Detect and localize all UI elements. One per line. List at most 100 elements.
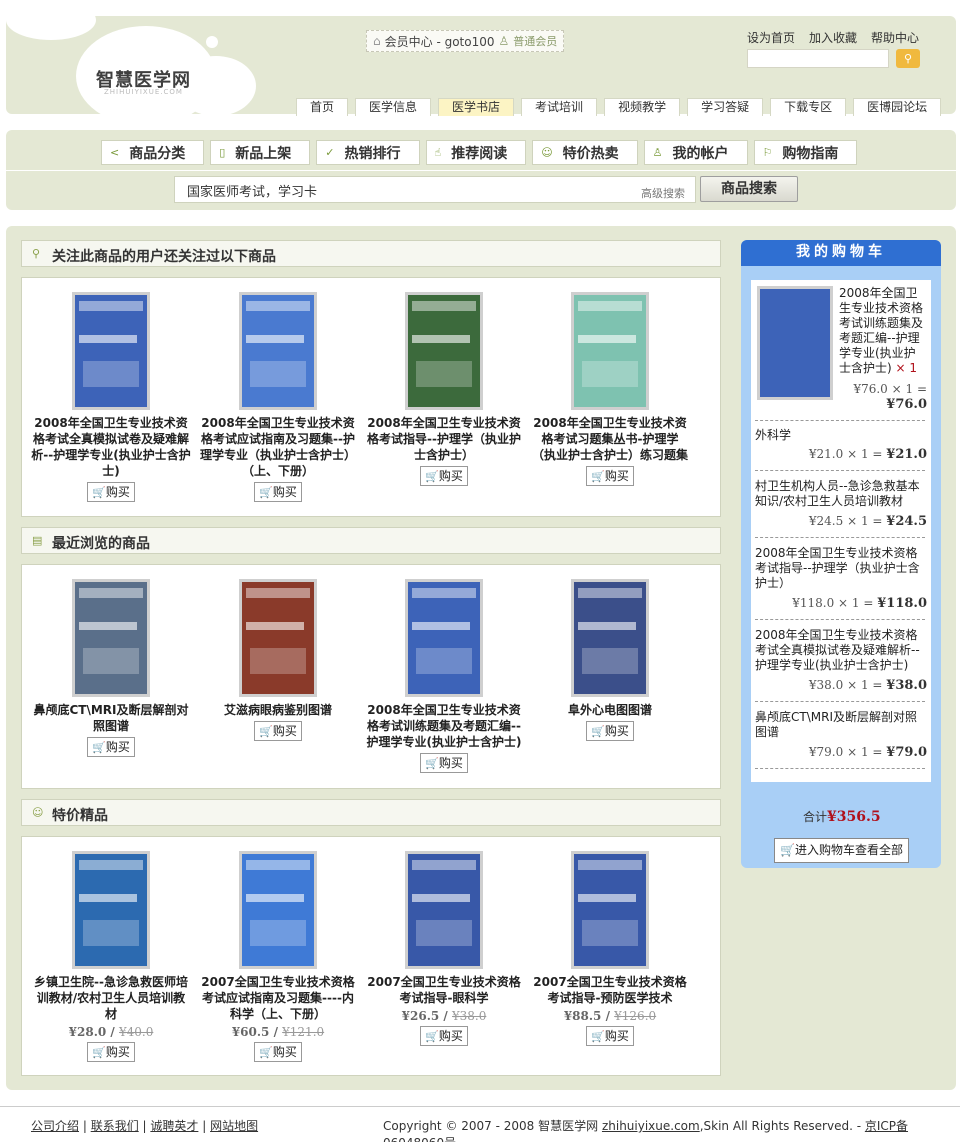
- nav-tab-medical-info[interactable]: 医学信息: [355, 98, 432, 116]
- footer-domain-link[interactable]: zhihuiyixue.com: [602, 1119, 700, 1133]
- product-name[interactable]: 2007全国卫生专业技术资格考试指导-眼科学: [364, 974, 524, 1006]
- cart-item-calc: ¥76.0 × 1 =: [853, 382, 927, 396]
- book-cover[interactable]: [239, 851, 317, 969]
- nav-tab-home[interactable]: 首页: [296, 98, 349, 116]
- book-cover[interactable]: [72, 292, 150, 410]
- footer-link-jobs[interactable]: 诚聘英才: [150, 1119, 198, 1133]
- book-cover[interactable]: [239, 292, 317, 410]
- cart-item-name[interactable]: 2008年全国卫生专业技术资格考试指导--护理学（执业护士含护士）: [755, 546, 925, 591]
- footer-link-about[interactable]: 公司介绍: [31, 1119, 79, 1133]
- book-cover[interactable]: [571, 292, 649, 410]
- footer-link-contact[interactable]: 联系我们: [91, 1119, 139, 1133]
- nav-tab-exam-training[interactable]: 考试培训: [521, 98, 598, 116]
- check-icon: ✓: [325, 146, 335, 159]
- category-menu: < 商品分类 ▯ 新品上架 ✓ 热销排行 ☝ 推荐阅读 ☺ 特价热卖 ♙ 我的帐户 ⚐ 购物指…: [101, 140, 858, 165]
- book-cover[interactable]: [239, 579, 317, 697]
- advanced-search-link[interactable]: 高级搜索: [641, 185, 685, 201]
- cart-item-name[interactable]: 村卫生机构人员--急诊急救基本知识/农村卫生人员培训教材: [755, 479, 925, 509]
- section-title: 关注此商品的用户还关注过以下商品: [52, 249, 276, 265]
- buy-label: 购买: [604, 724, 629, 738]
- nav-tab-video[interactable]: 视频教学: [604, 98, 681, 116]
- search-value: 国家医师考试，学习卡: [187, 185, 318, 200]
- sale-price: ¥26.5: [401, 1009, 440, 1023]
- product-name[interactable]: 2007全国卫生专业技术资格考试应试指南及习题集----内科学（上、下册）: [198, 974, 358, 1022]
- cloud-decoration: [6, 0, 96, 40]
- nav-tab-download[interactable]: 下载专区: [770, 98, 847, 116]
- footer-link-sitemap[interactable]: 网站地图: [210, 1119, 258, 1133]
- divider: [755, 537, 925, 538]
- product-name[interactable]: 2008年全国卫生专业技术资格考试应试指南及习题集--护理学专业（执业护士含护士…: [198, 415, 358, 479]
- buy-button[interactable]: 🛒购买: [254, 1042, 302, 1062]
- buy-button[interactable]: 🛒购买: [420, 466, 468, 486]
- buy-button[interactable]: 🛒购买: [586, 466, 634, 486]
- book-cover[interactable]: [571, 579, 649, 697]
- member-label[interactable]: 会员中心 - goto100: [385, 33, 495, 50]
- cart-icon: 🛒: [92, 486, 106, 499]
- buy-label: 购买: [272, 724, 297, 738]
- help-center-link[interactable]: 帮助中心: [871, 29, 919, 46]
- cart-item-name[interactable]: 2008年全国卫生专业技术资格考试全真模拟试卷及疑难解析--护理学专业(执业护士…: [755, 628, 925, 673]
- price-block: ¥26.5 / ¥38.0: [401, 1009, 487, 1023]
- product-name[interactable]: 2008年全国卫生专业技术资格考试全真模拟试卷及疑难解析--护理学专业(执业护士…: [31, 415, 191, 479]
- main-nav: 首页 医学信息 医学书店 考试培训 视频教学 学习答疑 下载专区 医博园论坛: [296, 98, 942, 116]
- user-icon: ♙: [498, 34, 510, 48]
- cat-specials[interactable]: ☺ 特价热卖: [532, 140, 638, 165]
- cat-recommended[interactable]: ☝ 推荐阅读: [425, 140, 527, 165]
- cat-label: 我的帐户: [672, 145, 729, 162]
- top-search-input[interactable]: [747, 49, 889, 68]
- buy-button[interactable]: 🛒购买: [254, 482, 302, 502]
- original-price: ¥38.0: [451, 1009, 487, 1023]
- set-homepage-link[interactable]: 设为首页: [747, 29, 795, 46]
- section-title: 特价精品: [52, 808, 108, 824]
- buy-button[interactable]: 🛒购买: [87, 1042, 135, 1062]
- cart-icon: 🛒: [591, 470, 605, 483]
- book-cover[interactable]: [571, 851, 649, 969]
- section-header-also-viewed: ⚲ 关注此商品的用户还关注过以下商品: [21, 240, 721, 267]
- search-icon[interactable]: ⚲: [896, 49, 920, 68]
- product-name[interactable]: 艾滋病眼病鉴别图谱: [198, 702, 358, 718]
- add-favorite-link[interactable]: 加入收藏: [809, 29, 857, 46]
- nav-tab-bookstore[interactable]: 医学书店: [438, 98, 515, 116]
- product-name[interactable]: 阜外心电图图谱: [530, 702, 690, 718]
- cart-item-name[interactable]: 鼻颅底CT\MRI及断层解剖对照图谱: [755, 710, 925, 740]
- buy-button[interactable]: 🛒购买: [420, 753, 468, 773]
- section-box-also-viewed: 2008年全国卫生专业技术资格考试全真模拟试卷及疑难解析--护理学专业(执业护士…: [21, 277, 721, 517]
- cart-icon: 🛒: [425, 470, 439, 483]
- main-content: ⚲ 关注此商品的用户还关注过以下商品 2008年全国卫生专业技术资格考试全真模拟…: [6, 226, 956, 1090]
- buy-button[interactable]: 🛒购买: [87, 482, 135, 502]
- rights-text: ,Skin All Rights Reserved. -: [699, 1119, 862, 1133]
- product-search-button[interactable]: 商品搜索: [700, 176, 798, 202]
- buy-button[interactable]: 🛒购买: [586, 1026, 634, 1046]
- cart-item-name[interactable]: 外科学: [755, 428, 925, 443]
- sale-price: ¥28.0: [68, 1025, 107, 1039]
- buy-button[interactable]: 🛒购买: [420, 1026, 468, 1046]
- book-cover[interactable]: [405, 851, 483, 969]
- nav-tab-forum[interactable]: 医博园论坛: [853, 98, 942, 116]
- cart-item-list: 2008年全国卫生专业技术资格考试训练题集及考题汇编--护理学专业(执业护士含护…: [751, 280, 931, 782]
- buy-button[interactable]: 🛒购买: [586, 721, 634, 741]
- product-name[interactable]: 2008年全国卫生专业技术资格考试习题集丛书-护理学（执业护士含护士）练习题集: [530, 415, 690, 463]
- buy-button[interactable]: 🛒购买: [87, 737, 135, 757]
- book-cover[interactable]: [405, 292, 483, 410]
- nav-tab-qa[interactable]: 学习答疑: [687, 98, 764, 116]
- product-name[interactable]: 鼻颅底CT\MRI及断层解剖对照图谱: [31, 702, 191, 734]
- cat-best-sellers[interactable]: ✓ 热销排行: [316, 140, 420, 165]
- sale-price: ¥60.5: [231, 1025, 270, 1039]
- cat-my-account[interactable]: ♙ 我的帐户: [643, 140, 748, 165]
- product-name[interactable]: 2008年全国卫生专业技术资格考试训练题集及考题汇编--护理学专业(执业护士含护…: [364, 702, 524, 750]
- product-search-input[interactable]: 国家医师考试，学习卡 高级搜索: [174, 176, 696, 203]
- member-center[interactable]: ⌂ 会员中心 - goto100 ♙ 普通会员: [366, 30, 565, 52]
- book-cover[interactable]: [72, 579, 150, 697]
- cat-product-categories[interactable]: < 商品分类: [101, 140, 205, 165]
- book-cover[interactable]: [405, 579, 483, 697]
- buy-button[interactable]: 🛒购买: [254, 721, 302, 741]
- cat-new-arrivals[interactable]: ▯ 新品上架: [210, 140, 311, 165]
- product-name[interactable]: 乡镇卫生院--急诊急救医师培训教材/农村卫生人员培训教材: [31, 974, 191, 1022]
- cat-label: 商品分类: [129, 145, 186, 162]
- product-name[interactable]: 2008年全国卫生专业技术资格考试指导--护理学（执业护士含护士）: [364, 415, 524, 463]
- view-cart-button[interactable]: 🛒进入购物车查看全部: [774, 838, 909, 863]
- book-cover[interactable]: [72, 851, 150, 969]
- product-name[interactable]: 2007全国卫生专业技术资格考试指导-预防医学技术: [530, 974, 690, 1006]
- cat-shopping-guide[interactable]: ⚐ 购物指南: [753, 140, 858, 165]
- product-card: 艾滋病眼病鉴别图谱 🛒购买: [198, 579, 358, 741]
